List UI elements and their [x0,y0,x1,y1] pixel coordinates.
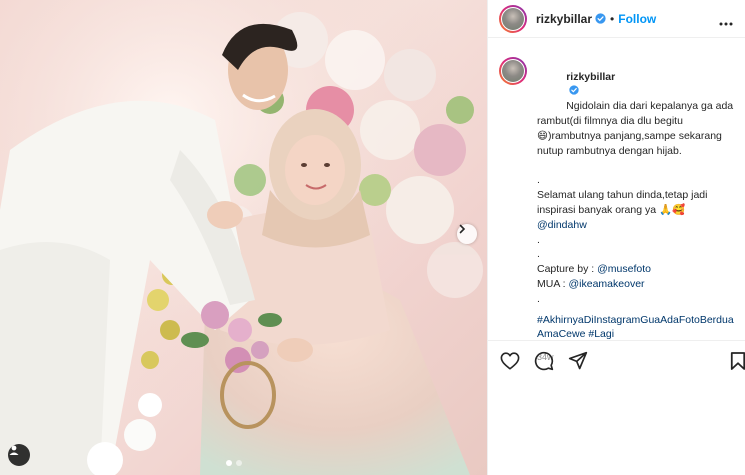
caption-row: rizkybillar Ngidolain dia dari kepalanya… [499,55,735,365]
verified-badge-icon [595,13,606,24]
verified-badge-icon [569,84,579,95]
comment-icon [534,351,554,370]
caption-main-text: Ngidolain dia dari kepalanya ga ada ramb… [537,100,737,157]
mention-link[interactable]: @musefoto [597,263,651,275]
tagged-users-button[interactable] [8,444,30,466]
save-button[interactable] [730,351,745,376]
post-header: rizkybillar • Follow [488,0,745,38]
share-button[interactable] [568,351,588,371]
caption-dot: . [537,174,540,187]
mention-link[interactable]: @dindahw [537,219,587,231]
hashtag-links[interactable]: #AkhirnyaDiInstagramGuaAdaFotoBerduaAmaC… [537,314,734,341]
more-icon[interactable] [719,13,733,31]
heart-icon [500,351,520,370]
chevron-right-icon [459,224,466,234]
post-side-panel: rizkybillar • Follow rizkybillar Ngidola… [487,0,745,475]
post-photo[interactable] [0,0,487,475]
comment-button[interactable] [534,351,554,371]
photo-illustration [0,0,487,475]
carousel-indicator [226,460,242,466]
caption-avatar[interactable] [499,57,527,85]
post-actions-bar [488,340,745,380]
caption-dot: . [537,292,540,305]
user-tag-icon [9,445,19,455]
like-button[interactable] [500,351,520,370]
separator-dot: • [610,11,615,26]
carousel-dot [236,460,242,466]
carousel-dot-active [226,460,232,466]
capture-label: Capture by : [537,263,598,276]
comments-section: rizkybillar Ngidolain dia dari kepalanya… [488,55,745,365]
caption-username[interactable]: rizkybillar [566,71,615,83]
paper-plane-icon [568,351,588,369]
caption-dot: . [537,248,540,261]
follow-button[interactable]: Follow [618,12,656,26]
mua-label: MUA : [537,277,569,290]
caption-birthday-text: Selamat ulang tahun dinda,tetap jadi ins… [537,189,711,216]
caption-text: rizkybillar Ngidolain dia dari kepalanya… [537,55,735,365]
mention-link[interactable]: @ikeamakeover [569,278,645,290]
avatar[interactable] [499,4,527,33]
post-username[interactable]: rizkybillar [536,12,592,26]
next-slide-button[interactable] [457,224,477,244]
bookmark-icon [730,352,745,370]
caption-dot: . [537,233,540,246]
